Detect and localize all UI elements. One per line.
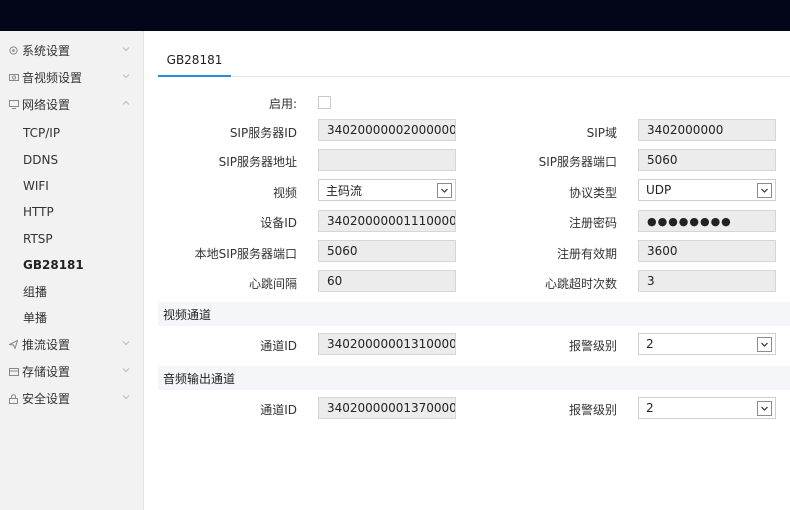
audio-channel-id-label: 通道ID — [260, 403, 297, 417]
sidebar-group-network-settings[interactable]: 网络设置 — [0, 91, 143, 118]
chevron-down-icon — [122, 395, 130, 400]
register-password-label: 注册密码 — [568, 216, 617, 230]
video-channel-id-field[interactable]: 34020000001310000001 — [318, 333, 456, 355]
video-alarm-level-value: 2 — [646, 337, 654, 351]
sidebar-item-rtsp[interactable]: RTSP — [0, 226, 143, 252]
chevron-down-icon — [122, 341, 130, 346]
sidebar-group-security-settings[interactable]: 安全设置 — [0, 385, 143, 412]
send-icon — [8, 339, 19, 350]
sip-server-port-label: SIP服务器端口 — [538, 155, 617, 169]
chevron-down-icon — [757, 401, 772, 416]
video-channel-id-label: 通道ID — [260, 339, 297, 353]
settings-circle-icon — [8, 45, 19, 56]
video-alarm-level-select[interactable]: 2 — [638, 333, 776, 355]
chevron-down-icon — [122, 368, 130, 373]
chevron-down-icon — [122, 74, 130, 79]
device-id-field[interactable]: 34020000001110000001 — [318, 210, 456, 232]
sidebar-item-tcpip[interactable]: TCP/IP — [0, 120, 143, 146]
chevron-down-icon — [757, 337, 772, 352]
audio-alarm-level-label: 报警级别 — [568, 403, 617, 417]
camera-icon — [8, 72, 19, 83]
top-bar — [0, 0, 790, 31]
register-validity-field[interactable]: 3600 — [638, 240, 776, 262]
sidebar-group-stream-push-settings[interactable]: 推流设置 — [0, 331, 143, 358]
protocol-type-label: 协议类型 — [568, 186, 617, 200]
register-password-field[interactable]: ●●●●●●●● — [638, 210, 776, 232]
sip-server-address-field[interactable] — [318, 149, 456, 171]
sidebar-group-label: 存储设置 — [22, 365, 71, 380]
tab-bar: GB28181 — [158, 44, 790, 77]
sip-domain-label: SIP域 — [586, 126, 617, 140]
sip-server-port-field[interactable]: 5060 — [638, 149, 776, 171]
heartbeat-interval-label: 心跳间隔 — [248, 277, 297, 291]
lock-icon — [8, 393, 19, 404]
video-alarm-level-label: 报警级别 — [568, 339, 617, 353]
monitor-icon — [8, 99, 19, 110]
chevron-down-icon — [757, 183, 772, 198]
device-id-label: 设备ID — [260, 216, 297, 230]
sidebar-group-label: 网络设置 — [22, 98, 71, 112]
sidebar-group-label: 推流设置 — [22, 338, 71, 353]
sidebar-item-http[interactable]: HTTP — [0, 199, 143, 225]
video-stream-select[interactable]: 主码流 — [318, 179, 456, 201]
chevron-down-icon — [122, 47, 130, 52]
sidebar-group-system-settings[interactable]: 系统设置 — [0, 37, 143, 64]
sidebar: 系统设置 音视频设置 网络设置 TCP/IP DDNS WIFI HTTP RT… — [0, 31, 144, 510]
heartbeat-timeout-count-label: 心跳超时次数 — [544, 277, 617, 291]
video-label: 视频 — [272, 186, 297, 200]
audio-channel-id-field[interactable]: 34020000001370000001 — [318, 397, 456, 419]
audio-alarm-level-value: 2 — [646, 401, 654, 415]
sip-domain-field[interactable]: 3402000000 — [638, 119, 776, 141]
sidebar-group-storage-settings[interactable]: 存储设置 — [0, 358, 143, 385]
enable-label: 启用: — [268, 97, 297, 111]
heartbeat-interval-field[interactable]: 60 — [318, 270, 456, 292]
video-stream-value: 主码流 — [326, 183, 363, 198]
storage-icon — [8, 366, 19, 377]
heartbeat-timeout-count-field[interactable]: 3 — [638, 270, 776, 292]
register-validity-label: 注册有效期 — [556, 247, 617, 261]
audio-output-channel-section-title: 音频输出通道 — [158, 366, 790, 390]
sidebar-item-multicast[interactable]: 组播 — [0, 278, 143, 304]
protocol-type-value: UDP — [646, 183, 672, 197]
enable-checkbox[interactable] — [318, 96, 331, 109]
sidebar-group-label: 音视频设置 — [22, 71, 83, 85]
video-channel-section-title: 视频通道 — [158, 302, 790, 326]
sip-server-address-label: SIP服务器地址 — [218, 155, 297, 169]
protocol-type-select[interactable]: UDP — [638, 179, 776, 201]
sidebar-group-label: 安全设置 — [22, 392, 71, 407]
local-sip-port-label: 本地SIP服务器端口 — [194, 247, 297, 261]
local-sip-port-field[interactable]: 5060 — [318, 240, 456, 262]
tab-gb28181[interactable]: GB28181 — [158, 44, 231, 77]
sidebar-group-label: 系统设置 — [22, 44, 71, 58]
sidebar-item-ddns[interactable]: DDNS — [0, 146, 143, 172]
sidebar-item-unicast[interactable]: 单播 — [0, 305, 143, 331]
chevron-down-icon — [437, 183, 452, 198]
sip-server-id-label: SIP服务器ID — [229, 126, 297, 140]
sidebar-item-wifi[interactable]: WIFI — [0, 173, 143, 199]
sip-server-id-field[interactable]: 34020000002000000001 — [318, 119, 456, 141]
sidebar-group-av-settings[interactable]: 音视频设置 — [0, 64, 143, 91]
sidebar-item-gb28181[interactable]: GB28181 — [0, 252, 143, 278]
audio-alarm-level-select[interactable]: 2 — [638, 397, 776, 419]
chevron-up-icon — [122, 100, 130, 105]
